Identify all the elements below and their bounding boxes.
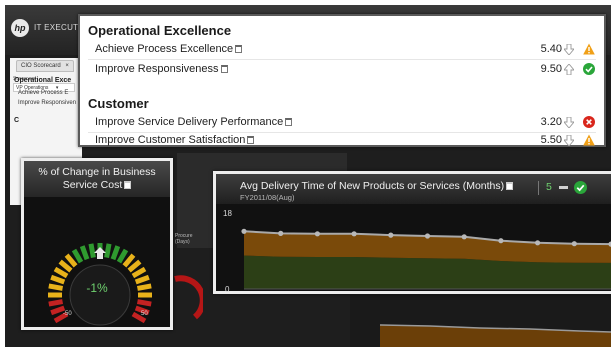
gauge-tick xyxy=(71,248,84,264)
chart-subtitle: FY2011/08(Aug) xyxy=(240,193,295,202)
gauge-tick xyxy=(48,299,64,307)
gauge-tick xyxy=(79,245,90,261)
gauge-title-text: % of Change in Business Service Cost xyxy=(38,166,156,191)
gauge-value: -1% xyxy=(86,281,108,295)
kpi-improve-service-delivery-performance[interactable]: Improve Service Delivery Performance xyxy=(95,116,293,128)
gauge-min-label: -50 xyxy=(63,311,72,317)
data-point xyxy=(278,230,284,236)
kpi-achieve-process-excellence[interactable]: Achieve Process Excellence xyxy=(95,43,243,55)
kpi-improve-customer-satisfaction[interactable]: Improve Customer Satisfaction xyxy=(95,134,255,146)
bg-section-heading: Operational Exce xyxy=(14,77,72,84)
document-icon[interactable] xyxy=(247,136,255,144)
document-icon[interactable] xyxy=(506,182,514,190)
arrow-down-icon xyxy=(564,117,574,128)
bg-gauge-fragment xyxy=(174,275,203,320)
tab-cio-scorecard[interactable]: CIO Scorecard × xyxy=(16,60,74,72)
gauge-dial xyxy=(48,243,152,326)
y-tick-label: 18 xyxy=(223,209,232,218)
gauge-tick xyxy=(53,266,69,279)
kpi-label: Improve Service Delivery Performance xyxy=(95,116,284,128)
document-icon[interactable] xyxy=(124,181,132,189)
gauge-pointer-icon xyxy=(94,247,106,259)
document-icon[interactable] xyxy=(285,118,293,126)
scorecard-panel: Operational Excellence Achieve Process E… xyxy=(78,14,606,147)
gauge-title[interactable]: % of Change in Business Service Cost xyxy=(28,166,166,192)
gauge-max-label: 50 xyxy=(141,311,148,317)
row-divider xyxy=(88,59,596,60)
gauge-header: % of Change in Business Service Cost xyxy=(24,161,170,197)
check-icon xyxy=(583,63,595,75)
area-chart: 18 0 xyxy=(223,209,611,294)
gauge-tick xyxy=(116,248,129,264)
section-title-customer: Customer xyxy=(88,96,149,111)
kpi-value: 5.50 xyxy=(540,134,562,146)
close-icon[interactable]: × xyxy=(65,63,69,69)
kpi-value: 5.40 xyxy=(540,43,562,55)
gauge-panel: % of Change in Business Service Cost -1%… xyxy=(21,158,173,330)
y-tick-label: 0 xyxy=(225,285,230,294)
row-divider xyxy=(88,132,596,133)
data-point xyxy=(535,240,541,246)
critical-icon xyxy=(583,116,595,128)
chart-marks xyxy=(241,228,611,290)
kpi-label: Achieve Process Excellence xyxy=(95,43,234,55)
bg-chart-fragment xyxy=(379,324,611,347)
gauge-tick xyxy=(104,243,112,259)
tab-label: CIO Scorecard xyxy=(21,63,61,69)
bg-widget-label: Procure (Days) xyxy=(175,233,193,245)
gauge-tick xyxy=(64,253,78,268)
arrow-up-icon xyxy=(564,64,574,75)
gauge-tick xyxy=(134,274,150,285)
data-point xyxy=(314,231,320,237)
chart-header: Avg Delivery Time of New Products or Ser… xyxy=(216,174,611,204)
document-icon[interactable] xyxy=(235,45,243,53)
kpi-label: Improve Responsiveness xyxy=(95,63,219,75)
data-point xyxy=(461,234,467,240)
gauge-tick xyxy=(110,245,121,261)
bg-section-heading: C xyxy=(14,117,20,124)
data-point xyxy=(424,233,431,239)
bg-kpi-row: Improve Responsiven xyxy=(18,100,77,106)
gauge-tick xyxy=(122,253,136,268)
document-icon[interactable] xyxy=(220,65,228,73)
data-point xyxy=(498,238,504,244)
chart-title[interactable]: Avg Delivery Time of New Products or Ser… xyxy=(240,180,514,192)
gauge-tick xyxy=(127,259,142,273)
kpi-value: 9.50 xyxy=(540,63,562,75)
arrow-down-icon xyxy=(564,44,574,55)
gauge-tick xyxy=(136,283,152,291)
kpi-improve-responsiveness[interactable]: Improve Responsiveness xyxy=(95,63,228,75)
gauge-tick xyxy=(136,299,152,307)
bg-procure-sub: (Days) xyxy=(175,239,190,245)
data-point xyxy=(388,232,394,238)
gauge-tick xyxy=(88,243,96,259)
delivery-time-chart-panel: Avg Delivery Time of New Products or Ser… xyxy=(213,171,611,294)
arrow-down-icon xyxy=(564,135,574,146)
header-divider xyxy=(538,181,539,195)
gauge-tick xyxy=(48,283,64,291)
section-title-operational-excellence: Operational Excellence xyxy=(88,23,232,38)
data-point xyxy=(571,241,577,247)
kpi-label: Improve Customer Satisfaction xyxy=(95,134,246,146)
chart-kpi-value: 5 xyxy=(546,181,552,193)
bg-kpi-row: Achieve Process E xyxy=(18,90,69,96)
data-point xyxy=(351,231,357,237)
gauge-tick xyxy=(58,259,73,273)
kpi-value: 3.20 xyxy=(540,116,562,128)
trend-flat-icon xyxy=(559,186,568,189)
gauge-tick xyxy=(50,274,66,285)
warning-icon xyxy=(583,134,595,146)
data-point xyxy=(241,228,247,234)
gauge-tick xyxy=(131,266,147,279)
screenshot-stage: hp IT EXECUTIVE CIO Scorecard × Scorecar… xyxy=(0,0,611,347)
gauge-center xyxy=(69,264,131,326)
warning-icon xyxy=(583,43,595,55)
bg-chart-widget xyxy=(350,295,611,347)
chart-title-text: Avg Delivery Time of New Products or Ser… xyxy=(240,180,505,192)
hp-logo: hp xyxy=(11,19,29,37)
check-icon xyxy=(574,181,587,194)
